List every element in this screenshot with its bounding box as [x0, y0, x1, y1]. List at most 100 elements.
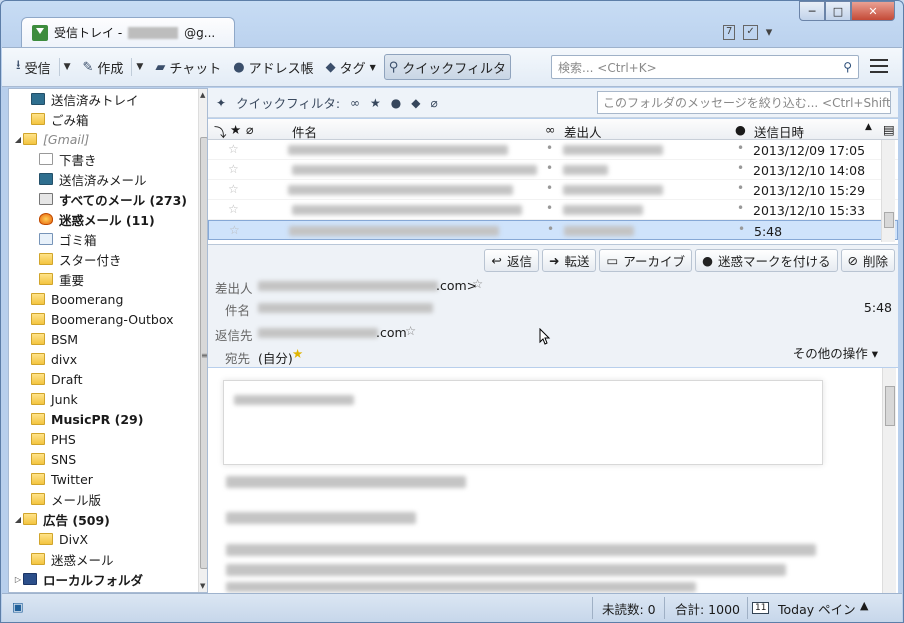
junk-column-icon[interactable]: ●	[735, 122, 746, 137]
folder-item[interactable]: 送信済みメール	[9, 169, 207, 189]
star-outline-icon[interactable]: ☆	[228, 182, 239, 196]
body-scrollbar[interactable]	[882, 368, 896, 593]
receive-button[interactable]: ⭳ 受信	[12, 54, 55, 80]
folder-item[interactable]: メール版	[9, 489, 207, 509]
folder-item[interactable]: BSM	[9, 329, 207, 349]
maximize-button[interactable]: □	[825, 1, 851, 21]
delete-button[interactable]: ⊘ 削除	[840, 249, 895, 272]
folder-item[interactable]: 送信済みトレイ	[9, 89, 207, 109]
attachment-column-icon[interactable]: ⌀	[246, 122, 254, 137]
receive-dropdown[interactable]: ▼	[58, 58, 75, 76]
quickfilter-button[interactable]: ⚲ クイックフィルタ	[383, 54, 512, 80]
tasks-icon[interactable]: ✓	[743, 25, 758, 40]
read-column-icon[interactable]: ∞	[545, 122, 555, 137]
scroll-thumb[interactable]	[885, 386, 895, 426]
folder-item[interactable]: divx	[9, 349, 207, 369]
read-dot-icon[interactable]: •	[546, 201, 553, 215]
pin-icon[interactable]: ✦	[216, 96, 226, 110]
thread-scrollbar[interactable]	[881, 140, 895, 242]
star-outline-icon[interactable]: ☆	[228, 202, 239, 216]
archive-button[interactable]: ▭ アーカイブ	[599, 249, 693, 272]
folder-item[interactable]: ごみ箱	[9, 109, 207, 129]
quickfilter-input[interactable]: このフォルダのメッセージを絞り込む... <Ctrl+Shift+K>	[597, 91, 891, 114]
date-column-header[interactable]: 送信日時	[754, 122, 804, 141]
attachment-filter-icon[interactable]: ⌀	[431, 96, 438, 110]
message-row[interactable]: ☆ • • 2013/12/10 14:08	[208, 160, 898, 180]
folder-item[interactable]: Boomerang-Outbox	[9, 309, 207, 329]
starred-filter-icon[interactable]: ★	[370, 96, 381, 110]
folder-item[interactable]: MusicPR (29)	[9, 409, 207, 429]
read-dot-icon[interactable]: •	[547, 222, 554, 236]
star-column-icon[interactable]: ★	[230, 122, 241, 137]
expand-toggle-icon[interactable]: ◢	[13, 515, 23, 524]
folder-item[interactable]: ゴミ箱	[9, 229, 207, 249]
unread-filter-icon[interactable]: ∞	[350, 96, 360, 110]
junk-dot-icon[interactable]: •	[738, 222, 745, 236]
expand-toggle-icon[interactable]: ▷	[13, 575, 23, 584]
folder-item[interactable]: Boomerang	[9, 289, 207, 309]
forward-button[interactable]: ➜ 転送	[541, 249, 597, 272]
other-actions-button[interactable]: その他の操作 ▾	[793, 343, 878, 362]
message-row[interactable]: ☆ • • 2013/12/10 15:29	[208, 180, 898, 200]
read-dot-icon[interactable]: •	[546, 161, 553, 175]
today-pane-toggle[interactable]: Today ペイン	[778, 599, 856, 618]
tab-inbox[interactable]: 受信トレイ - @g...	[21, 17, 235, 47]
scroll-thumb[interactable]	[884, 212, 894, 228]
star-outline-icon[interactable]: ☆	[228, 162, 239, 176]
message-row[interactable]: ☆ • • 2013/12/09 17:05	[208, 140, 898, 160]
star-outline-icon[interactable]: ☆	[229, 223, 240, 237]
folder-item[interactable]: DivX	[9, 529, 207, 549]
folder-item[interactable]: 迷惑メール	[9, 549, 207, 569]
chevron-down-icon[interactable]: ▾	[766, 25, 773, 40]
calendar-icon[interactable]: 7	[723, 25, 736, 40]
folder-scrollbar[interactable]: ▲ ≡ ▼	[198, 89, 207, 592]
folder-item[interactable]: SNS	[9, 449, 207, 469]
tag-filter-icon[interactable]: ◆	[411, 96, 420, 110]
sender-column-header[interactable]: 差出人	[564, 122, 602, 141]
scroll-up-icon[interactable]: ▲	[200, 91, 205, 99]
star-outline-icon[interactable]: ☆	[405, 323, 416, 338]
folder-item[interactable]: ▷ ローカルフォルダ	[9, 569, 207, 589]
message-row[interactable]: ☆ • • 5:48	[208, 220, 898, 240]
scroll-down-icon[interactable]: ▼	[200, 582, 205, 590]
star-outline-icon[interactable]: ☆	[472, 276, 483, 291]
folder-item[interactable]: すべてのメール (273)	[9, 189, 207, 209]
compose-button[interactable]: ✎ 作成	[79, 54, 128, 80]
folder-item[interactable]: 下書き	[9, 149, 207, 169]
online-status-icon[interactable]: ▣	[12, 599, 24, 614]
folder-item[interactable]: PHS	[9, 429, 207, 449]
global-search-input[interactable]: 検索... <Ctrl+K> ⚲	[551, 55, 859, 79]
folder-item[interactable]: ◢ 広告 (509)	[9, 509, 207, 529]
folder-item[interactable]: スター付き	[9, 249, 207, 269]
search-icon[interactable]: ⚲	[843, 60, 852, 74]
junk-dot-icon[interactable]: •	[737, 181, 744, 195]
addressbook-button[interactable]: ● アドレス帳	[229, 54, 317, 80]
tag-button[interactable]: ◆ タグ ▼	[322, 54, 380, 80]
star-outline-icon[interactable]: ☆	[228, 142, 239, 156]
chevron-up-icon[interactable]: ▲	[860, 599, 868, 612]
expand-toggle-icon[interactable]: ◢	[13, 135, 23, 144]
junk-dot-icon[interactable]: •	[737, 201, 744, 215]
folder-item[interactable]: Twitter	[9, 469, 207, 489]
star-filled-icon[interactable]: ★	[292, 346, 303, 361]
folder-item[interactable]: 重要	[9, 269, 207, 289]
folder-item[interactable]: Draft	[9, 369, 207, 389]
compose-dropdown[interactable]: ▼	[131, 58, 147, 76]
close-window-button[interactable]: ✕	[851, 1, 895, 21]
column-picker-icon[interactable]: ▤	[883, 122, 895, 137]
app-menu-button[interactable]	[870, 59, 888, 73]
folder-item[interactable]: 迷惑メール (11)	[9, 209, 207, 229]
chat-button[interactable]: ▰ チャット	[151, 54, 225, 80]
contact-filter-icon[interactable]: ●	[391, 96, 401, 110]
thread-column-icon[interactable]: ⤵	[214, 122, 227, 141]
subject-column-header[interactable]: 件名	[292, 122, 317, 141]
junk-dot-icon[interactable]: •	[737, 141, 744, 155]
folder-item[interactable]: ◢ [Gmail]	[9, 129, 207, 149]
junk-dot-icon[interactable]: •	[737, 161, 744, 175]
minimize-button[interactable]: ─	[799, 1, 825, 21]
read-dot-icon[interactable]: •	[546, 141, 553, 155]
read-dot-icon[interactable]: •	[546, 181, 553, 195]
folder-item[interactable]: Junk	[9, 389, 207, 409]
message-row[interactable]: ☆ • • 2013/12/10 15:33	[208, 200, 898, 220]
reply-button[interactable]: ↩ 返信	[484, 249, 539, 272]
